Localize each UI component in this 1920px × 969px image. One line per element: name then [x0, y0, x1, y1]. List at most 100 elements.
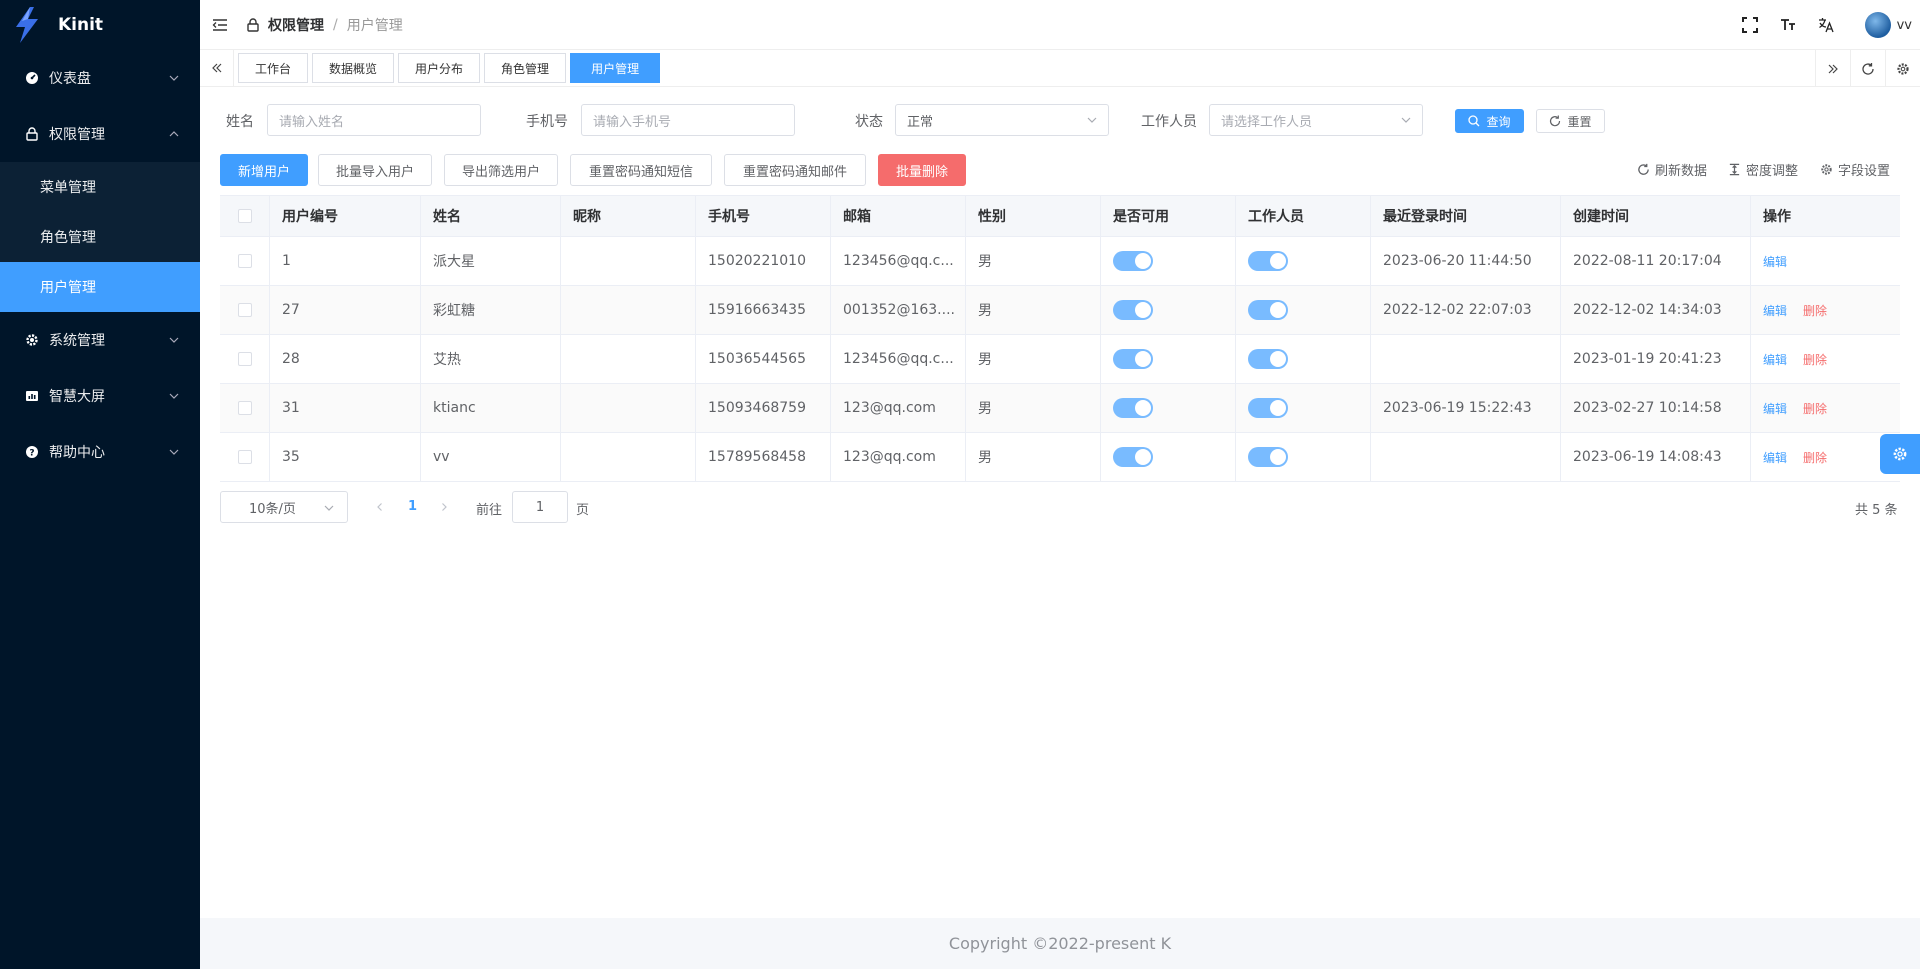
edit-link[interactable]: 编辑: [1763, 449, 1787, 466]
import-users-button[interactable]: 批量导入用户: [318, 154, 432, 186]
density-link[interactable]: 密度调整: [1728, 160, 1798, 179]
row-checkbox[interactable]: [237, 303, 252, 317]
staff-select[interactable]: 请选择工作人员: [1209, 104, 1423, 136]
active-switch[interactable]: [1113, 447, 1153, 467]
staff-switch[interactable]: [1248, 251, 1288, 271]
row-checkbox[interactable]: [237, 450, 252, 464]
active-cell: [1101, 237, 1236, 285]
fullscreen-icon[interactable]: [1741, 16, 1759, 34]
row-checkbox[interactable]: [237, 401, 252, 415]
phone-input[interactable]: 请输入手机号: [581, 104, 795, 136]
staff-switch[interactable]: [1248, 447, 1288, 467]
sidebar-item-dashboard[interactable]: 仪表盘: [0, 50, 200, 106]
export-users-button[interactable]: 导出筛选用户: [444, 154, 558, 186]
edit-link[interactable]: 编辑: [1763, 351, 1787, 368]
breadcrumb-item[interactable]: 权限管理: [268, 15, 324, 35]
reset-password-email-button[interactable]: 重置密码通知邮件: [724, 154, 866, 186]
staff-switch[interactable]: [1248, 398, 1288, 418]
avatar[interactable]: [1864, 12, 1891, 38]
page-size-select[interactable]: 10条/页: [220, 491, 348, 523]
sidebar-item-user-management[interactable]: 用户管理: [0, 262, 200, 312]
total-count: 共 5 条: [1855, 503, 1898, 518]
menu-fold-icon[interactable]: [212, 17, 228, 33]
reset-password-sms-button[interactable]: 重置密码通知短信: [570, 154, 712, 186]
status-select[interactable]: 正常: [895, 104, 1109, 136]
delete-link[interactable]: 删除: [1803, 400, 1827, 417]
gender-cell: 男: [966, 335, 1101, 383]
sidebar-item-role-management[interactable]: 角色管理: [0, 212, 200, 262]
chevron-down-icon: [1401, 117, 1411, 123]
refresh-icon[interactable]: [1850, 50, 1885, 87]
add-user-button[interactable]: 新增用户: [220, 154, 308, 186]
edit-link[interactable]: 编辑: [1763, 253, 1787, 270]
field-settings-link[interactable]: 字段设置: [1820, 160, 1890, 179]
query-button-label: 查询: [1486, 114, 1511, 129]
table-header: 用户编号 姓名 昵称 手机号 邮箱 性别 是否可用 工作人员 最近登录时间 创建…: [220, 196, 1900, 237]
staff-switch[interactable]: [1248, 300, 1288, 320]
tab-role-management[interactable]: 角色管理: [484, 53, 567, 83]
tab-settings-icon[interactable]: [1885, 50, 1920, 87]
reset-button[interactable]: 重置: [1536, 109, 1605, 133]
chevron-down-icon: [169, 449, 179, 455]
scroll-left-icon[interactable]: [200, 49, 234, 87]
sidebar-item-system[interactable]: 系统管理: [0, 312, 200, 368]
scroll-right-icon[interactable]: [1815, 50, 1850, 87]
delete-link[interactable]: 删除: [1803, 449, 1827, 466]
goto-prefix: 前往: [476, 503, 503, 518]
goto-page-input[interactable]: 1: [512, 491, 568, 523]
active-switch[interactable]: [1113, 251, 1153, 271]
select-all-checkbox[interactable]: [237, 209, 252, 223]
row-checkbox[interactable]: [237, 254, 252, 268]
sidebar-item-label: 系统管理: [49, 333, 105, 349]
user-id-cell: 35: [270, 433, 421, 481]
sidebar-item-label: 帮助中心: [49, 445, 105, 461]
staff-cell: [1236, 433, 1371, 481]
prev-page-icon[interactable]: [375, 502, 385, 512]
page-size-value: 10条/页: [249, 501, 296, 517]
user-name[interactable]: vv: [1897, 18, 1912, 33]
sidebar-item-permissions[interactable]: 权限管理: [0, 106, 200, 162]
table-row: 31 ktianc 15093468759 123@qq.com 男 2023-…: [220, 384, 1900, 433]
staff-switch[interactable]: [1248, 349, 1288, 369]
sidebar-item-help[interactable]: ? 帮助中心: [0, 424, 200, 480]
sidebar-item-big-screen[interactable]: 智慧大屏: [0, 368, 200, 424]
actions-cell: 编辑 删除: [1751, 286, 1900, 334]
tab-data-overview[interactable]: 数据概览: [312, 53, 395, 83]
page-number-current[interactable]: 1: [408, 499, 417, 514]
tab-user-distribution[interactable]: 用户分布: [398, 53, 481, 83]
active-switch[interactable]: [1113, 349, 1153, 369]
gear-icon: [1821, 164, 1832, 175]
edit-link[interactable]: 编辑: [1763, 302, 1787, 319]
query-button[interactable]: 查询: [1455, 109, 1524, 133]
phone-cell: 15093468759: [696, 384, 831, 432]
row-checkbox[interactable]: [237, 352, 252, 366]
tab-workbench[interactable]: 工作台: [238, 53, 309, 83]
email-cell: 123@qq.com: [831, 433, 966, 481]
breadcrumb-current: 用户管理: [346, 17, 403, 34]
delete-link[interactable]: 删除: [1803, 302, 1827, 319]
last-login-cell: 2023-06-19 15:22:43: [1371, 384, 1561, 432]
phone-cell: 15789568458: [696, 433, 831, 481]
active-switch[interactable]: [1113, 300, 1153, 320]
chevron-down-icon: [169, 393, 179, 399]
font-size-icon[interactable]: [1779, 16, 1797, 34]
row-select-cell: [220, 237, 270, 285]
batch-delete-button[interactable]: 批量删除: [878, 154, 966, 186]
name-input[interactable]: 请输入姓名: [267, 104, 481, 136]
edit-link[interactable]: 编辑: [1763, 400, 1787, 417]
gear-icon: [24, 332, 40, 348]
column-header: 最近登录时间: [1371, 196, 1561, 236]
delete-link[interactable]: 删除: [1803, 351, 1827, 368]
translate-icon[interactable]: [1817, 16, 1835, 34]
user-name-cell: ktianc: [421, 384, 561, 432]
theme-settings-button[interactable]: [1880, 434, 1920, 474]
phone-cell: 15036544565: [696, 335, 831, 383]
active-switch[interactable]: [1113, 398, 1153, 418]
actions-cell: 编辑: [1751, 237, 1900, 285]
next-page-icon[interactable]: [439, 502, 449, 512]
refresh-data-link[interactable]: 刷新数据: [1637, 160, 1707, 179]
staff-select-placeholder: 请选择工作人员: [1221, 114, 1313, 130]
logo[interactable]: Kinit: [0, 0, 200, 50]
tab-user-management[interactable]: 用户管理: [570, 53, 661, 83]
sidebar-item-menu-management[interactable]: 菜单管理: [0, 162, 200, 212]
